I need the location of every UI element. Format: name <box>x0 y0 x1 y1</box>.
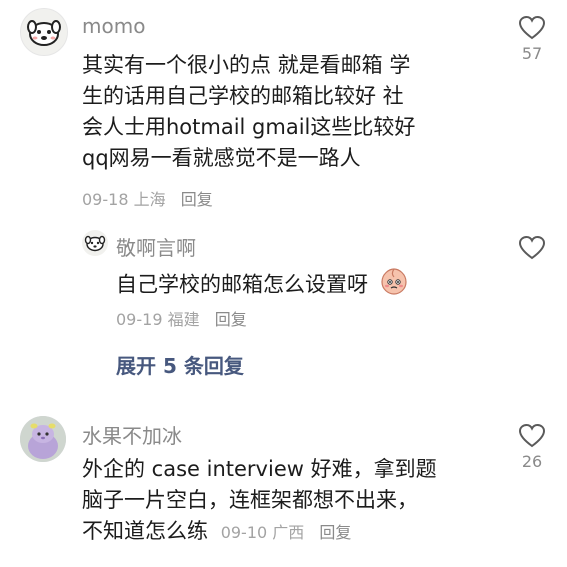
avatar[interactable] <box>20 416 66 462</box>
avatar[interactable] <box>82 230 108 256</box>
comment-text-line: qq网易一看就感觉不是一路人 <box>82 146 361 170</box>
comment-text-last: 不知道怎么练 <box>82 519 208 543</box>
reply-location: 福建 <box>167 310 200 329</box>
reply-button[interactable]: 回复 <box>181 190 213 209</box>
cartoon-dog-avatar-small-icon <box>84 235 106 252</box>
comment-date: 09-18 <box>82 190 129 209</box>
expand-replies-button[interactable]: 展开 5 条回复 <box>116 350 244 379</box>
peach-face-emoji-icon <box>379 266 409 305</box>
reply-text: 自己学校的邮箱怎么设置呀 <box>116 272 368 297</box>
comment-username[interactable]: 水果不加冰 <box>82 420 182 449</box>
reply-button[interactable]: 回复 <box>215 310 247 329</box>
comment-location: 广西 <box>272 523 305 542</box>
comment-text: 其实有一个很小的点 就是看邮箱 学 生的话用自己学校的邮箱比较好 社 会人士用h… <box>82 50 415 174</box>
comment-meta: 09-10 广西 回复 <box>221 523 352 542</box>
reply-date: 09-19 <box>116 310 163 329</box>
reply-text-row: 自己学校的邮箱怎么设置呀 <box>116 266 409 305</box>
comment-meta: 09-18 上海 回复 <box>82 186 213 210</box>
reply-meta: 09-19 福建 回复 <box>116 306 247 330</box>
comment-text-line: 会人士用hotmail gmail这些比较好 <box>82 115 416 139</box>
comment-date: 09-10 <box>220 523 268 542</box>
reply-button[interactable]: 回复 <box>319 523 351 542</box>
comment-text-line: 外企的 case interview 好难，拿到题 <box>82 457 437 481</box>
like-button[interactable]: 26 <box>512 424 552 471</box>
cartoon-dog-avatar-icon <box>27 20 61 46</box>
comment-text-line: 生的话用自己学校的邮箱比较好 社 <box>82 84 404 108</box>
comment-location: 上海 <box>133 190 166 209</box>
comment-text-line: 脑子一片空白，连框架都想不出来， <box>82 488 418 512</box>
comment-text: 外企的 case interview 好难，拿到题 脑子一片空白，连框架都想不出… <box>82 454 437 548</box>
like-button[interactable]: 57 <box>512 16 552 63</box>
like-count: 26 <box>521 452 543 471</box>
reply-username[interactable]: 敬啊言啊 <box>116 232 196 261</box>
plush-toy-avatar-icon <box>20 416 66 462</box>
like-count: 57 <box>521 44 543 63</box>
heart-icon <box>519 16 545 40</box>
avatar[interactable] <box>20 8 68 56</box>
comment-text-line: 不知道怎么练 09-10 广西 回复 <box>82 516 437 548</box>
heart-icon <box>519 236 545 260</box>
heart-icon <box>519 424 545 448</box>
comment-text-line: 其实有一个很小的点 就是看邮箱 学 <box>82 53 411 77</box>
like-button[interactable] <box>512 236 552 260</box>
comment-username[interactable]: momo <box>82 14 145 38</box>
